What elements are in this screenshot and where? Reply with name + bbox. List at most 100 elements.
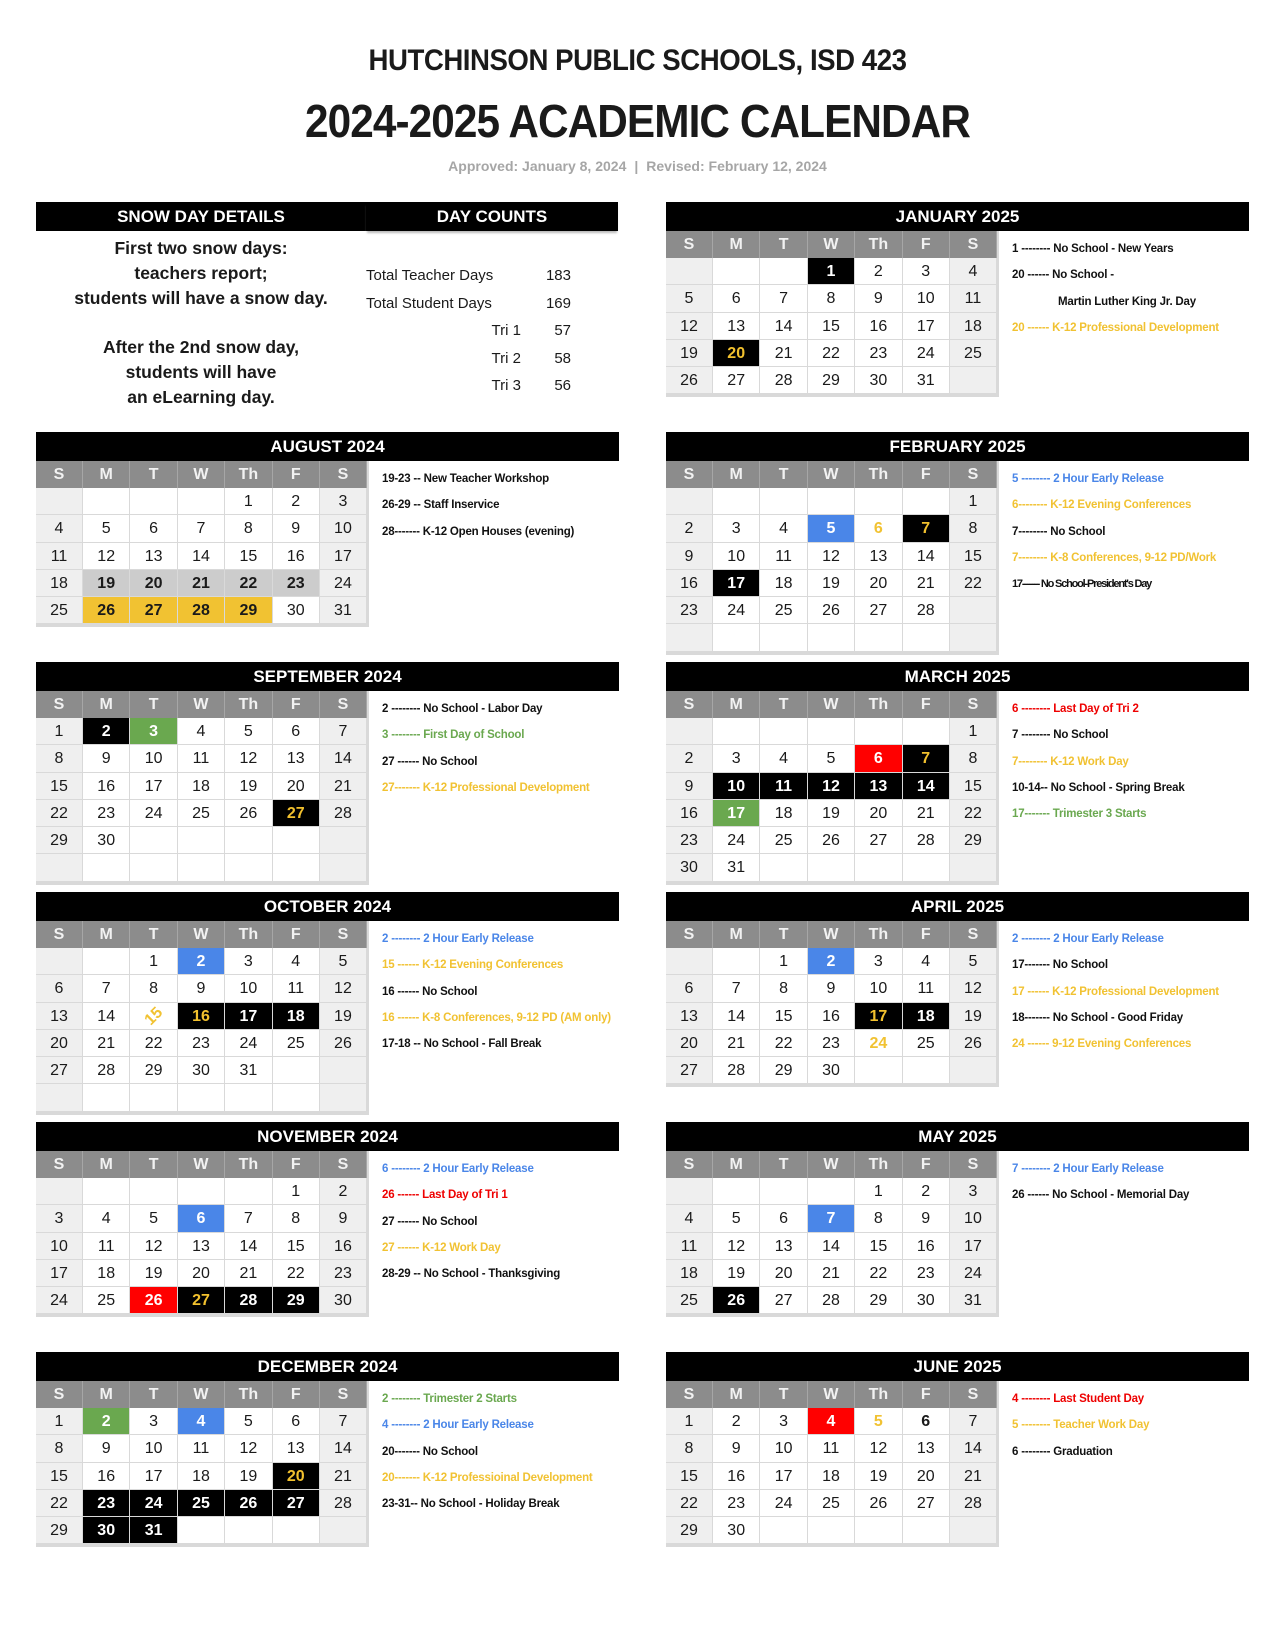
count-label: Tri 2	[491, 349, 521, 367]
month-notes: 2 -------- Trimester 2 Starts 4 -------- …	[382, 1389, 622, 1520]
calendar-day: 8	[130, 975, 178, 1003]
calendar-day: 27	[36, 1057, 83, 1085]
calendar-day: 30	[713, 1517, 761, 1545]
calendar-day: 31	[225, 1057, 273, 1085]
empty-day	[760, 1178, 808, 1206]
calendar-day: 22	[949, 799, 997, 828]
calendar-day: 21	[713, 1029, 761, 1058]
calendar-day: 26	[130, 1287, 178, 1315]
calendar-day: 10	[760, 1435, 808, 1463]
count-row: Total Teacher Days 183	[366, 262, 586, 290]
calendar-day: 21	[949, 1462, 997, 1490]
calendar-day: 25	[807, 1489, 856, 1518]
month-note: 2 -------- 2 Hour Early Release	[1012, 933, 1164, 945]
count-label: Total Student Days	[366, 294, 492, 312]
weekday-header: S	[666, 921, 713, 948]
calendar-day: 1	[130, 948, 178, 976]
snow-policy-first: First two snow days: teachers report; st…	[36, 236, 366, 311]
calendar-day: 6	[855, 515, 903, 543]
calendar-day: 23	[807, 1029, 856, 1058]
weekday-header: W	[807, 461, 856, 488]
weekday-header: M	[83, 461, 131, 488]
empty-day	[319, 1057, 367, 1085]
calendar-day: 22	[855, 1259, 903, 1288]
empty-day	[83, 854, 131, 882]
calendar-day: 28	[949, 1489, 997, 1518]
snow-line: students will have a snow day.	[74, 288, 328, 308]
month-note: 3 -------- First Day of School	[382, 729, 525, 742]
calendar-day: 23	[272, 569, 320, 598]
calendar-day: 25	[760, 597, 808, 625]
calendar-day: 10	[713, 772, 761, 800]
month-note: 18------- No School - Good Friday	[1012, 1011, 1183, 1024]
empty-day	[855, 1517, 903, 1545]
calendar-day: 18	[949, 312, 997, 340]
calendar-day: 24	[319, 569, 367, 598]
weekday-header: T	[130, 461, 178, 488]
revised-date: Revised: February 12, 2024	[646, 158, 827, 174]
month-calendar: MARCH 2025 S M T W Th F S 1 2 3 4 5 6 7 8 9 10 11 12 13 14 15 1…	[666, 662, 1249, 885]
calendar-day: 1	[272, 1178, 320, 1206]
weekday-header: W	[807, 921, 856, 948]
calendar-day: 3	[225, 948, 273, 976]
empty-day	[713, 948, 761, 976]
empty-day	[949, 854, 997, 882]
calendar-day: 6	[902, 1408, 950, 1436]
calendar-day: 13	[855, 542, 903, 570]
calendar-day: 13	[177, 1232, 226, 1260]
month-calendar: AUGUST 2024 S M T W Th F S 1 2 3 4 5 6 7 8 9 10 11 12 13 14 15…	[36, 432, 619, 628]
month-note: 4 -------- Last Student Day	[1012, 1393, 1144, 1405]
calendar-day: 1	[807, 258, 856, 286]
calendar-day: 10	[713, 542, 761, 570]
calendar-day: 1	[949, 718, 997, 746]
weekday-header: Th	[225, 1151, 273, 1178]
month-title: JANUARY 2025	[666, 202, 1249, 231]
calendar-day: 5	[225, 1408, 273, 1436]
weekday-header: S	[666, 231, 713, 258]
month-note: 17------- No School-President's Day	[1012, 578, 1152, 591]
weekday-header: S	[36, 461, 83, 488]
month-notes: 5 -------- 2 Hour Early Release 6--------…	[1012, 469, 1252, 600]
calendar-day: 20	[713, 339, 761, 368]
empty-day	[272, 1084, 320, 1112]
calendar-day: 25	[760, 827, 808, 855]
snow-line: First two snow days:	[114, 238, 288, 258]
weekday-header: Th	[855, 1151, 903, 1178]
empty-day	[177, 1517, 226, 1545]
calendar-day: 2	[713, 1408, 761, 1436]
month-notes: 6 -------- 2 Hour Early Release 26 ------…	[382, 1159, 622, 1290]
empty-day	[272, 1517, 320, 1545]
calendar-day: 17	[130, 772, 178, 800]
approved-date: Approved: January 8, 2024	[448, 158, 627, 174]
month-note: 7 -------- 2 Hour Early Release	[1012, 1163, 1164, 1175]
count-label: Tri 1	[491, 322, 521, 340]
calendar-day: 5	[83, 515, 131, 543]
weekday-header: F	[902, 461, 950, 488]
empty-day	[760, 488, 808, 516]
calendar-day: 20	[902, 1462, 950, 1490]
month-note: 10-14-- No School - Spring Break	[1012, 781, 1185, 794]
empty-day	[319, 854, 367, 882]
month-note: 6 -------- Last Day of Tri 2	[1012, 703, 1139, 715]
calendar-day: 11	[272, 975, 320, 1003]
calendar-day: 14	[760, 312, 808, 340]
month-note: 5 -------- Teacher Work Day	[1012, 1419, 1150, 1432]
calendar-day: 4	[272, 948, 320, 976]
month-note: 6 -------- 2 Hour Early Release	[382, 1163, 534, 1175]
calendar-day: 29	[760, 1057, 808, 1085]
calendar-day: 29	[36, 1517, 83, 1545]
calendar-day: 21	[807, 1259, 856, 1288]
calendar-day: 3	[713, 745, 761, 773]
calendar-day: 22	[949, 569, 997, 598]
calendar-day: 21	[225, 1259, 273, 1288]
calendar-day: 12	[225, 745, 273, 773]
calendar-day: 11	[36, 542, 83, 570]
calendar-day: 13	[902, 1435, 950, 1463]
calendar-day: 2	[177, 948, 226, 976]
month-note: 2 -------- No School - Labor Day	[382, 703, 543, 715]
calendar-day: 16	[177, 1002, 226, 1030]
calendar-day: 24	[713, 827, 761, 855]
calendar-day: 24	[713, 597, 761, 625]
calendar-day: 13	[36, 1002, 83, 1030]
empty-day	[760, 624, 808, 652]
